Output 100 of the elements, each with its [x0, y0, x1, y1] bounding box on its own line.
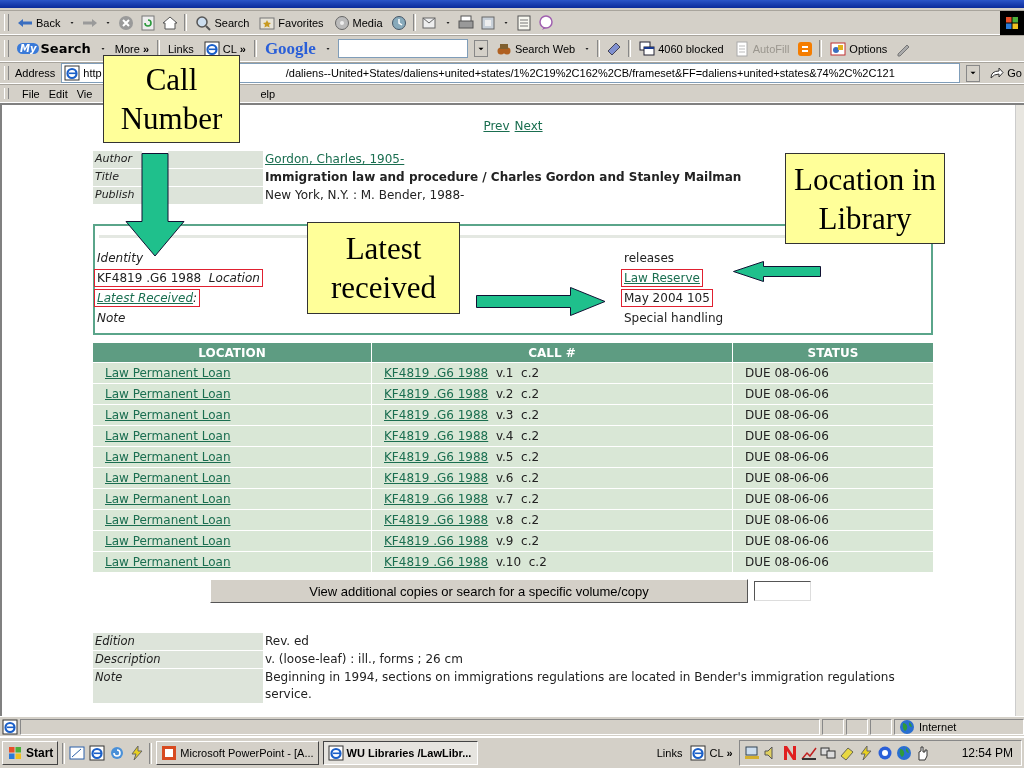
call-number-link[interactable]: KF4819 .G6 1988 [384, 366, 489, 380]
zone-label: Internet [919, 720, 957, 733]
scrollbar[interactable] [1015, 105, 1024, 716]
holding-link[interactable]: Law Reserve [622, 270, 702, 286]
windows-stack-icon [639, 40, 656, 57]
network-icon[interactable] [743, 745, 760, 761]
holding-text: Note [96, 310, 127, 326]
home-icon[interactable] [162, 14, 179, 31]
search-web-button[interactable]: Search Web [493, 39, 578, 58]
link-item[interactable]: CL » [688, 744, 735, 762]
mysearch-logo[interactable]: My Search [15, 40, 93, 57]
dropdown-button[interactable] [966, 64, 981, 82]
call-number-link[interactable]: KF4819 .G6 1988 [384, 513, 489, 527]
ie-icon[interactable] [203, 40, 220, 57]
callout-label: Latest received [307, 222, 460, 314]
blog-icon[interactable] [797, 40, 814, 57]
history-icon[interactable] [390, 14, 407, 31]
menu-item[interactable]: Edit [43, 87, 72, 100]
status-pane [822, 718, 844, 735]
volume-input[interactable] [754, 581, 811, 601]
chart-icon[interactable] [800, 745, 817, 761]
stop-icon[interactable] [118, 14, 135, 31]
copy-number: v.4 c.2 [494, 429, 540, 443]
copy-number: v.10 c.2 [494, 555, 547, 569]
author-link[interactable]: Gordon, Charles, 1905- [265, 152, 405, 166]
print-icon[interactable] [457, 14, 474, 31]
ie-icon[interactable] [327, 745, 344, 761]
bolt-icon[interactable] [857, 745, 874, 761]
clock: 12:54 PM [961, 746, 1013, 760]
holding-text: Special handling [623, 310, 725, 326]
dropdown-button[interactable] [473, 40, 488, 57]
menu-item[interactable]: File [17, 87, 44, 100]
call-number-link[interactable]: KF4819 .G6 1988 [384, 429, 489, 443]
status-pane [846, 718, 868, 735]
field-value: v. (loose-leaf) : ill., forms ; 26 cm [265, 651, 463, 668]
refresh-icon[interactable] [140, 14, 157, 31]
ie-icon[interactable] [2, 718, 18, 735]
menu-item[interactable]: elp [255, 87, 280, 100]
view-copies-button[interactable]: View additional copies or search for a specific volume/copy [210, 579, 748, 603]
links-button[interactable]: Links [654, 746, 685, 760]
go-button[interactable]: Go [986, 64, 1024, 82]
copy-number: v.6 c.2 [494, 471, 540, 485]
holding-link[interactable]: Latest Received: [95, 290, 200, 306]
field-value: Immigration law and procedure / Charles Gordon and Stanley Mailman [265, 169, 742, 186]
media-button[interactable]: Media [331, 13, 385, 32]
field-label: Note [93, 669, 263, 703]
options-button[interactable]: Options [828, 39, 890, 58]
desktop-icon[interactable] [69, 745, 86, 761]
google-search-field[interactable] [337, 39, 468, 58]
search-button[interactable]: Search [193, 13, 252, 32]
edit-icon[interactable] [479, 14, 496, 31]
copy-number: v.8 c.2 [494, 513, 540, 527]
media-icon [333, 14, 350, 31]
back-button[interactable]: Back [15, 13, 63, 32]
page-icon[interactable] [515, 14, 532, 31]
favorites-button[interactable]: Favorites [257, 13, 326, 32]
google-logo[interactable]: Google [262, 37, 318, 60]
ie-icon[interactable] [89, 745, 106, 761]
callout-label: Call Number [103, 55, 240, 143]
mail-icon[interactable] [421, 14, 438, 31]
form-icon [733, 40, 750, 57]
eraser-icon[interactable] [838, 745, 855, 761]
copy-number: v.3 c.2 [494, 408, 540, 422]
field-value: Rev. ed [265, 633, 309, 650]
options-icon [830, 40, 847, 57]
ie-icon[interactable] [64, 65, 81, 81]
copy-number: v.2 c.2 [494, 387, 540, 401]
bolt-icon[interactable] [129, 745, 146, 761]
call-number-link[interactable]: KF4819 .G6 1988 [384, 408, 489, 422]
start-button[interactable]: Start [2, 741, 59, 765]
nav-link[interactable]: Prev [483, 119, 510, 151]
refresh-icon[interactable] [109, 745, 126, 761]
call-number-link[interactable]: KF4819 .G6 1988 [384, 492, 489, 506]
holding-text: Identity [96, 250, 144, 266]
call-number-link[interactable]: KF4819 .G6 1988 [384, 534, 489, 548]
ie-icon[interactable] [690, 745, 707, 761]
call-number-link[interactable]: KF4819 .G6 1988 [384, 471, 489, 485]
more-button[interactable]: More » [112, 41, 151, 56]
call-number-link[interactable]: KF4819 .G6 1988 [384, 450, 489, 464]
call-number-link[interactable]: KF4819 .G6 1988 [384, 555, 489, 569]
taskbar-button[interactable]: WU Libraries /LawLibr... [322, 741, 478, 765]
search-icon [195, 14, 212, 31]
links-button[interactable]: Links [166, 41, 196, 56]
popup-blocker-button[interactable]: 4060 blocked [637, 39, 726, 58]
field-label: Author [93, 151, 142, 168]
flag-icon [7, 745, 23, 761]
field-label: Publish [93, 187, 142, 204]
call-number-link[interactable]: KF4819 .G6 1988 [384, 387, 489, 401]
field-label: Title [93, 169, 142, 186]
column-header: LOCATION [92, 342, 372, 363]
copy-number: v.9 c.2 [494, 534, 540, 548]
nav-link[interactable]: Next [514, 119, 543, 151]
go-arrow-icon [988, 65, 1005, 81]
globe-icon [895, 745, 912, 761]
menu-item[interactable]: Vie [71, 87, 97, 100]
computers-icon[interactable] [819, 745, 836, 761]
field-value: New York, N.Y. : M. Bender, 1988- [265, 187, 465, 204]
messenger-icon[interactable] [537, 14, 554, 31]
taskbar-button[interactable]: Microsoft PowerPoint - [A... [156, 741, 319, 765]
status-pane [870, 718, 892, 735]
